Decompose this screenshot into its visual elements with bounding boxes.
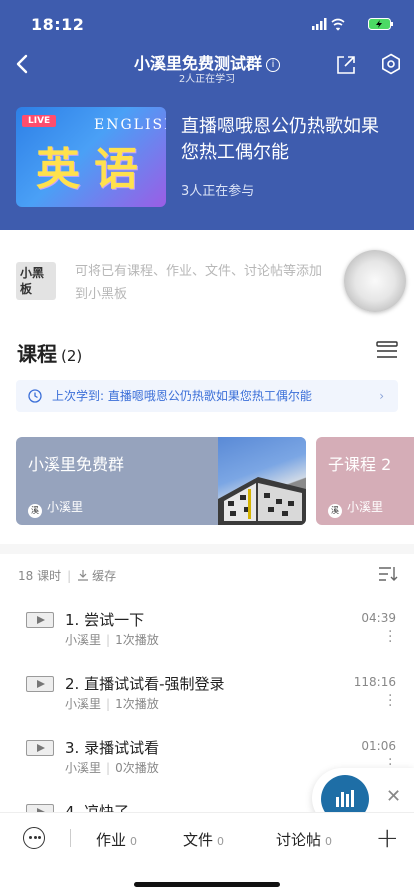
video-icon <box>26 740 54 756</box>
lesson-teacher: 小溪里 <box>65 697 102 711</box>
tab-label: 讨论帖 <box>276 831 322 849</box>
course-card-name: 子课程 2 <box>328 455 392 474</box>
lesson-count: 18 课时 <box>18 569 62 583</box>
lesson-teacher: 小溪里 <box>65 633 102 647</box>
tab-count: 0 <box>130 835 138 848</box>
chat-icon[interactable] <box>23 827 45 849</box>
settings-icon[interactable] <box>380 53 402 75</box>
tab-homework[interactable]: 作业 0 <box>96 829 137 850</box>
battery-icon <box>368 18 393 30</box>
lesson-info: 小溪里 | 1次播放 <box>65 697 159 711</box>
sort-icon[interactable] <box>378 565 398 583</box>
tab-count: 0 <box>325 835 333 848</box>
toolbar-divider <box>70 829 71 847</box>
last-learned-title: 直播嗯哦恩公仍热歌如果您热工偶尔能 <box>107 389 312 403</box>
courses-count: (2) <box>61 347 83 365</box>
close-icon[interactable]: ✕ <box>386 786 401 807</box>
course-card-owner: 溪小溪里 <box>28 498 83 518</box>
course-card-name: 小溪里免费群 <box>28 455 125 474</box>
live-title[interactable]: 直播嗯哦恩公仍热歌如果您热工偶尔能 <box>181 114 391 166</box>
nav-bar: 小溪里免费测试群 i 2人正在学习 <box>0 46 414 86</box>
more-icon[interactable]: ··· <box>388 625 392 649</box>
status-time: 18:12 <box>31 15 85 34</box>
tab-files[interactable]: 文件 0 <box>183 829 224 850</box>
lesson-plays: 0次播放 <box>115 761 159 775</box>
last-learned-label: 上次学到: <box>52 389 105 403</box>
status-icons <box>312 18 345 31</box>
course-card-owner-name: 小溪里 <box>347 500 384 514</box>
tab-discussions[interactable]: 讨论帖 0 <box>276 829 332 850</box>
lesson-row[interactable]: 2. 直播试试看-强制登录 小溪里 | 1次播放 118:16 · · · <box>0 670 414 730</box>
tab-count: 0 <box>217 835 225 848</box>
clock-icon <box>28 389 42 403</box>
home-indicator <box>134 882 280 887</box>
chevron-right-icon: › <box>379 389 384 403</box>
lesson-row[interactable]: 1. 尝试一下 小溪里 | 1次播放 04:39 · · · <box>0 606 414 666</box>
live-tag: LIVE <box>22 115 57 127</box>
courses-title: 课程 <box>17 342 57 366</box>
courses-heading: 课程 (2) <box>17 338 82 367</box>
status-bar: 18:12 <box>0 14 414 36</box>
lesson-plays: 1次播放 <box>115 697 159 711</box>
cover-english-text: ENGLISH <box>94 117 166 133</box>
share-icon[interactable] <box>335 54 357 76</box>
lesson-duration: 04:39 <box>361 611 396 625</box>
owner-avatar: 溪 <box>28 504 42 518</box>
course-card-owner-name: 小溪里 <box>47 500 84 514</box>
course-card[interactable]: 子课程 2 溪小溪里 <box>316 437 414 525</box>
lesson-duration: 118:16 <box>353 675 396 689</box>
blackboard-section[interactable]: 小黑板 可将已有课程、作业、文件、讨论帖等添加到小黑板 <box>0 230 414 330</box>
last-learned-bar[interactable]: 上次学到: 直播嗯哦恩公仍热歌如果您热工偶尔能 › <box>16 380 398 412</box>
tab-label: 文件 <box>183 831 214 849</box>
lesson-duration: 01:06 <box>361 739 396 753</box>
course-card-image <box>218 437 306 525</box>
lesson-teacher: 小溪里 <box>65 761 102 775</box>
download-icon <box>78 570 89 581</box>
floating-avatar[interactable] <box>344 250 406 312</box>
blackboard-hint: 可将已有课程、作业、文件、讨论帖等添加到小黑板 <box>75 264 323 302</box>
lesson-title: 1. 尝试一下 <box>65 611 145 629</box>
cache-button[interactable]: 缓存 <box>77 569 116 583</box>
cover-chinese-text: 英语 <box>36 144 152 195</box>
cache-label: 缓存 <box>92 569 117 583</box>
lesson-plays: 1次播放 <box>115 633 159 647</box>
lesson-info: 小溪里 | 0次播放 <box>65 761 159 775</box>
lesson-info: 小溪里 | 1次播放 <box>65 633 159 647</box>
building-image <box>218 477 306 525</box>
lesson-title: 3. 录播试试看 <box>65 739 160 757</box>
group-header: 18:12 小溪里免费测试群 i 2人正在学习 LIVE ENGLIS 英语 直… <box>0 0 414 230</box>
video-icon <box>26 612 54 628</box>
section-divider <box>0 544 414 554</box>
lessons-meta: 18 课时 | 缓存 <box>18 569 117 583</box>
course-card[interactable]: 小溪里免费群 溪小溪里 <box>16 437 306 525</box>
tab-label: 作业 <box>96 831 127 849</box>
live-participants: 3人正在参与 <box>181 184 255 199</box>
more-icon[interactable]: ··· <box>388 689 392 713</box>
video-icon <box>26 676 54 692</box>
live-cover[interactable]: LIVE ENGLISH 英语 <box>16 107 166 207</box>
course-card-owner: 溪小溪里 <box>328 498 383 518</box>
blackboard-logo: 小黑板 <box>16 262 56 300</box>
add-icon[interactable]: + <box>376 821 399 854</box>
list-view-icon[interactable] <box>376 340 398 360</box>
owner-avatar: 溪 <box>328 504 342 518</box>
lesson-title: 2. 直播试试看-强制登录 <box>65 675 225 693</box>
